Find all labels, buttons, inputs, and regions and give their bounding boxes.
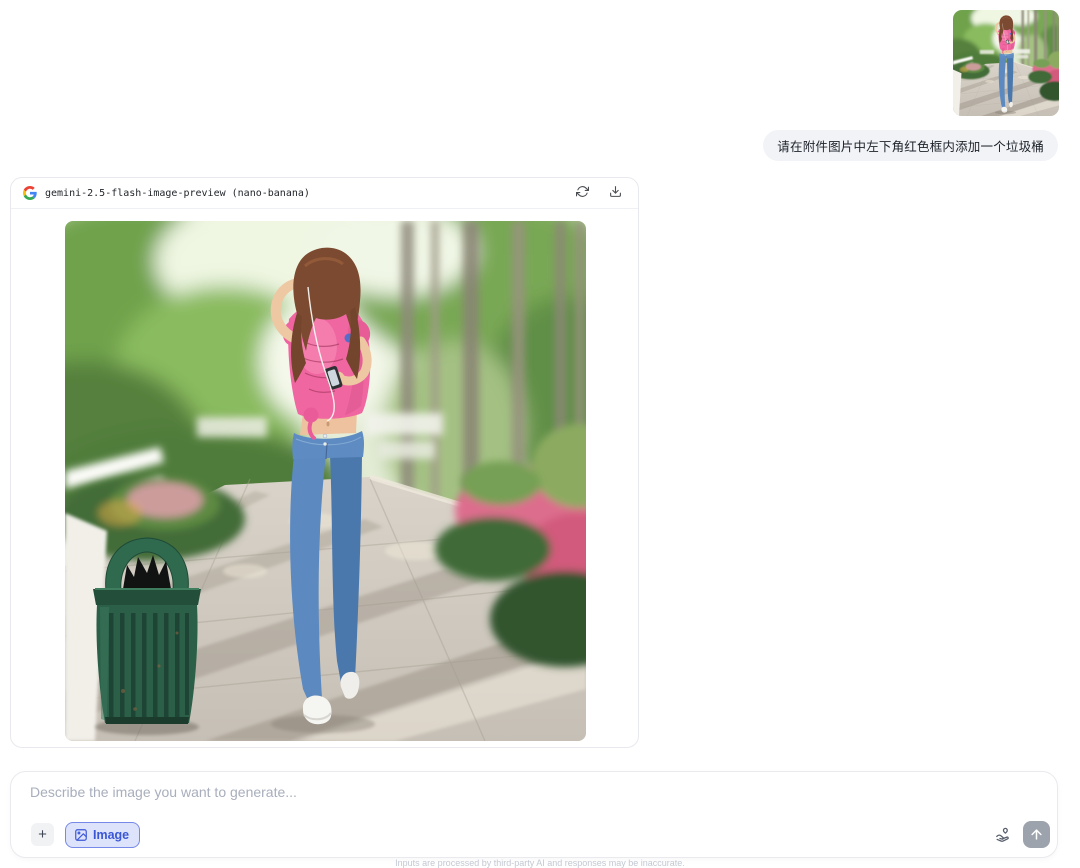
- prompt-input[interactable]: [30, 784, 927, 814]
- response-card-body: [11, 209, 638, 741]
- refresh-icon: [576, 185, 589, 201]
- image-mode-button[interactable]: Image: [65, 822, 140, 848]
- assistant-response-card: gemini-2.5-flash-image-preview (nano-ban…: [10, 177, 639, 748]
- add-attachment-button[interactable]: +: [31, 823, 54, 846]
- generated-image[interactable]: [65, 221, 586, 741]
- arrow-up-icon: [1029, 827, 1044, 842]
- regenerate-button[interactable]: [574, 183, 591, 203]
- disclaimer-text: Inputs are processed by third-party AI a…: [0, 858, 1080, 868]
- composer: + Image: [10, 771, 1058, 858]
- send-button[interactable]: [1023, 821, 1050, 848]
- user-attachment-thumbnail[interactable]: [953, 10, 1059, 116]
- attachment-image: [953, 10, 1059, 116]
- hand-heart-button[interactable]: [992, 823, 1015, 846]
- model-label: gemini-2.5-flash-image-preview (nano-ban…: [45, 188, 310, 199]
- image-button-label: Image: [93, 828, 129, 842]
- composer-toolbar: + Image: [31, 821, 1050, 848]
- user-message-text: 请在附件图片中左下角红色框内添加一个垃圾桶: [777, 136, 1044, 155]
- user-message-bubble: 请在附件图片中左下角红色框内添加一个垃圾桶: [763, 130, 1058, 161]
- response-card-header: gemini-2.5-flash-image-preview (nano-ban…: [11, 178, 638, 209]
- image-icon: [74, 828, 88, 842]
- hand-heart-icon: [994, 825, 1013, 844]
- google-g-icon: [23, 186, 37, 200]
- download-button[interactable]: [607, 183, 624, 203]
- download-icon: [609, 185, 622, 201]
